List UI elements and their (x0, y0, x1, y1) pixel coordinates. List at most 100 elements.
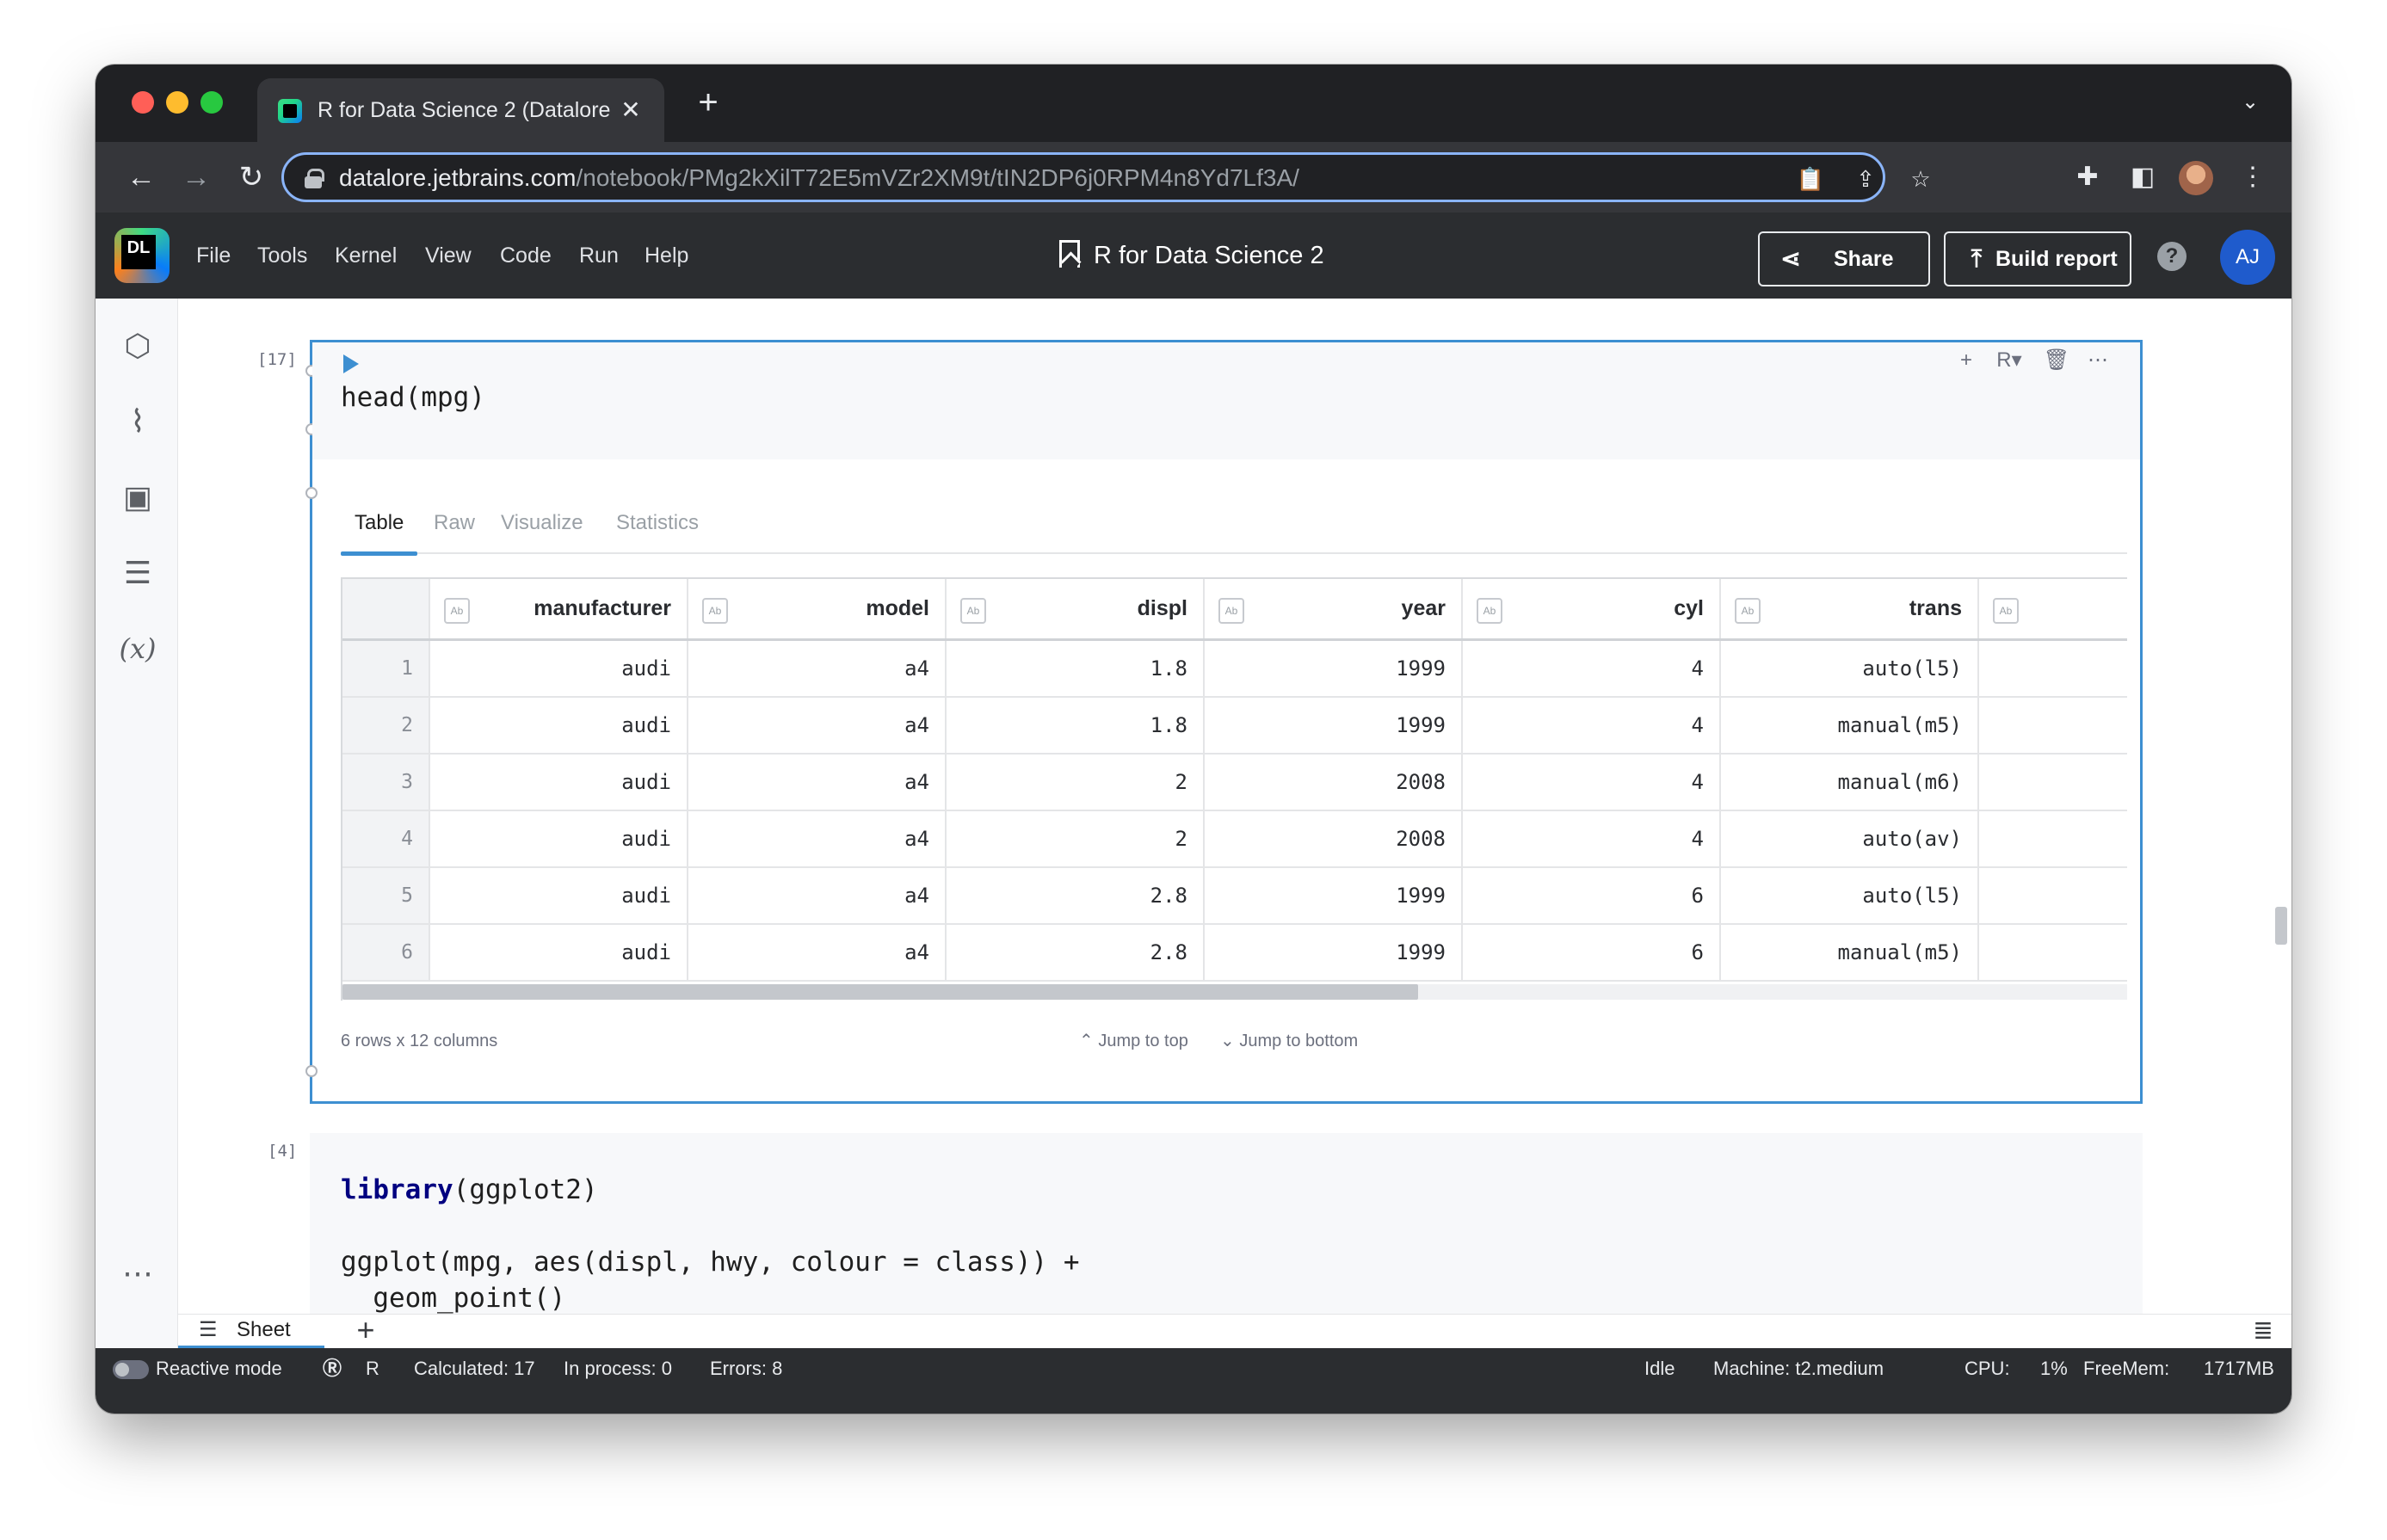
kernel-label[interactable]: R (366, 1348, 379, 1389)
notebook-title[interactable]: R for Data Science 2 (1094, 238, 1324, 273)
menu-code[interactable]: Code (500, 240, 552, 271)
column-header[interactable]: Ab cyl (1463, 579, 1721, 638)
reactive-mode-toggle[interactable] (113, 1360, 149, 1379)
kernel-r-icon[interactable]: R▾ (1989, 346, 2030, 375)
table-cell[interactable]: 1999 (1396, 641, 1446, 696)
table-cell[interactable]: 1.8 (1150, 641, 1187, 696)
machine-type[interactable]: Machine: t2.medium (1713, 1348, 1884, 1389)
table-cell[interactable]: audi (621, 811, 671, 866)
forward-icon[interactable]: → (176, 157, 216, 197)
share-page-icon[interactable]: ⇪ (1850, 163, 1881, 194)
table-cell[interactable]: 1999 (1396, 698, 1446, 753)
table-cell[interactable]: audi (621, 868, 671, 923)
table-cell[interactable]: audi (621, 925, 671, 980)
side-panel-icon[interactable]: ◧ (2123, 157, 2162, 197)
code-line[interactable]: ggplot(mpg, aes(displ, hwy, colour = cla… (341, 1247, 1080, 1278)
vertical-scrollbar-thumb[interactable] (2275, 907, 2287, 945)
menu-run[interactable]: Run (579, 240, 619, 271)
bookmark-star-icon[interactable]: ☆ (1905, 163, 1936, 194)
table-cell[interactable]: 4 (1692, 698, 1704, 753)
datalore-logo[interactable]: DL (114, 228, 170, 283)
variables-icon[interactable]: (x) (118, 629, 157, 668)
column-header[interactable]: Ab displ (947, 579, 1205, 638)
table-cell[interactable]: auto(av) (1862, 811, 1962, 866)
table-cell[interactable]: 1999 (1396, 925, 1446, 980)
table-cell[interactable]: 1.8 (1150, 698, 1187, 753)
reload-icon[interactable]: ↻ (231, 157, 271, 197)
table-cell[interactable]: a4 (904, 641, 929, 696)
delete-icon[interactable]: 🗑 (2042, 346, 2071, 375)
table-cell[interactable]: a4 (904, 755, 929, 810)
table-cell[interactable]: a4 (904, 698, 929, 753)
tab-search-icon[interactable]: ⌄ (2235, 87, 2266, 118)
table-row[interactable]: 1 audi a4 1.8 1999 4 auto(l5) (342, 641, 2127, 698)
code-line[interactable]: head(mpg) (341, 382, 485, 413)
tab-statistics[interactable]: Statistics (616, 506, 699, 551)
table-cell[interactable]: manual(m5) (1838, 925, 1963, 980)
table-row[interactable]: 6 audi a4 2.8 1999 6 manual(m5) (342, 925, 2127, 982)
menu-help[interactable]: Help (645, 240, 688, 271)
column-header[interactable]: Ab manufacturer (430, 579, 688, 638)
chip-icon[interactable]: ▣ (118, 477, 157, 517)
menu-file[interactable]: File (196, 240, 231, 271)
browser-tab[interactable]: R for Data Science 2 (Datalore ✕ (257, 78, 664, 142)
sheet-list-icon[interactable]: ≣ (2250, 1318, 2276, 1344)
table-cell[interactable]: 2 (1175, 755, 1187, 810)
close-window-button[interactable] (132, 91, 154, 114)
help-icon[interactable]: ? (2157, 242, 2187, 271)
tab-raw[interactable]: Raw (434, 506, 475, 551)
errors-count[interactable]: Errors: 8 (710, 1348, 782, 1389)
table-cell[interactable]: a4 (904, 868, 929, 923)
build-report-button[interactable]: ⤒ Build report (1944, 231, 2131, 286)
scrollbar-thumb[interactable] (342, 984, 1418, 1000)
code-line[interactable]: library(ggplot2) (341, 1174, 598, 1205)
table-row[interactable]: 3 audi a4 2 2008 4 manual(m6) (342, 755, 2127, 811)
code-line[interactable]: geom_point() (341, 1283, 565, 1314)
table-row[interactable]: 5 audi a4 2.8 1999 6 auto(l5) (342, 868, 2127, 925)
jump-to-top-link[interactable]: ⌃ Jump to top (1079, 1026, 1188, 1056)
url-text[interactable]: datalore.jetbrains.com/notebook/PMg2kXil… (339, 163, 1299, 194)
outline-icon[interactable]: ☰ (118, 553, 157, 593)
cell-editor[interactable]: head(mpg) + R▾ 🗑 ⋯ (312, 342, 2140, 459)
browser-menu-icon[interactable]: ⋮ (2233, 157, 2273, 197)
minimize-window-button[interactable] (166, 91, 188, 114)
more-icon[interactable]: ⋯ (2083, 346, 2113, 375)
table-cell[interactable]: 4 (1692, 811, 1704, 866)
table-cell[interactable]: 2.8 (1150, 925, 1187, 980)
close-tab-icon[interactable]: ✕ (616, 95, 645, 125)
table-cell[interactable]: a4 (904, 925, 929, 980)
table-cell[interactable]: 2.8 (1150, 868, 1187, 923)
table-cell[interactable]: audi (621, 641, 671, 696)
table-cell[interactable]: 6 (1692, 925, 1704, 980)
table-cell[interactable]: 4 (1692, 755, 1704, 810)
sheet-tab[interactable]: ☰ Sheet (178, 1315, 324, 1349)
maximize-window-button[interactable] (200, 91, 223, 114)
table-cell[interactable]: 2008 (1396, 811, 1446, 866)
code-cell[interactable]: head(mpg) + R▾ 🗑 ⋯ Table Raw Visualize S… (305, 340, 2143, 1104)
table-cell[interactable]: manual(m5) (1838, 698, 1963, 753)
table-cell[interactable]: 1999 (1396, 868, 1446, 923)
table-cell[interactable]: audi (621, 698, 671, 753)
table-cell[interactable]: audi (621, 755, 671, 810)
table-cell[interactable]: 4 (1692, 641, 1704, 696)
table-cell[interactable]: 2 (1175, 811, 1187, 866)
bookmark-icon[interactable] (1059, 240, 1080, 268)
column-header[interactable]: Ab (1979, 579, 2127, 638)
column-header[interactable]: Ab year (1205, 579, 1463, 638)
back-icon[interactable]: ← (121, 157, 161, 197)
menu-tools[interactable]: Tools (257, 240, 307, 271)
data-table[interactable]: Ab manufacturer Ab model Ab displ Ab yea… (341, 577, 2127, 1001)
tab-visualize[interactable]: Visualize (501, 506, 583, 551)
new-tab-button[interactable]: + (689, 83, 727, 121)
jump-to-bottom-link[interactable]: ⌄ Jump to bottom (1220, 1026, 1358, 1056)
table-cell[interactable]: 2008 (1396, 755, 1446, 810)
address-bar[interactable]: datalore.jetbrains.com/notebook/PMg2kXil… (281, 152, 1931, 202)
table-row[interactable]: 2 audi a4 1.8 1999 4 manual(m5) (342, 698, 2127, 755)
table-cell[interactable]: auto(l5) (1862, 641, 1962, 696)
table-cell[interactable]: a4 (904, 811, 929, 866)
browser-profile-avatar[interactable] (2179, 161, 2213, 195)
extensions-icon[interactable]: ✚ (2068, 157, 2107, 197)
user-avatar[interactable]: AJ (2220, 230, 2275, 285)
table-cell[interactable]: 6 (1692, 868, 1704, 923)
column-header[interactable]: Ab trans (1721, 579, 1979, 638)
